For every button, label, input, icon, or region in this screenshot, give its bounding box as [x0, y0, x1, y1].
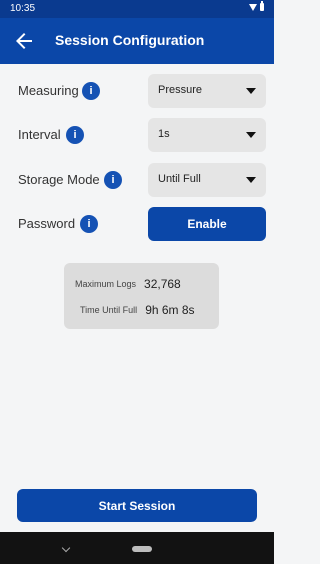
measuring-row: Measuring i Pressure: [18, 74, 266, 108]
measuring-value: Pressure: [158, 84, 203, 96]
summary-panel: Maximum Logs 32,768 Time Until Full 9h 6…: [64, 263, 219, 329]
password-label: Password: [18, 216, 76, 231]
max-logs-value: 32,768: [144, 277, 181, 291]
nav-collapse-icon[interactable]: [61, 543, 71, 553]
interval-value: 1s: [158, 128, 170, 140]
start-session-button[interactable]: Start Session: [17, 489, 257, 522]
storage-mode-label: Storage Mode: [18, 172, 100, 187]
status-bar: 10:35: [0, 0, 274, 18]
password-info-icon[interactable]: i: [80, 215, 98, 233]
status-time: 10:35: [10, 3, 36, 14]
storage-mode-select[interactable]: Until Full: [148, 163, 266, 197]
wifi-icon: [249, 3, 257, 11]
back-arrow-icon[interactable]: [12, 29, 36, 53]
password-row: Password i Enable: [18, 207, 266, 241]
time-until-full-row: Time Until Full 9h 6m 8s: [80, 301, 195, 319]
storage-mode-row: Storage Mode i Until Full: [18, 163, 266, 197]
app-bar: Session Configuration: [0, 18, 274, 64]
measuring-select[interactable]: Pressure: [148, 74, 266, 108]
battery-icon: [260, 1, 264, 11]
enable-password-button[interactable]: Enable: [148, 207, 266, 241]
interval-info-icon[interactable]: i: [66, 126, 84, 144]
system-nav-bar: [0, 532, 274, 564]
time-until-full-label: Time Until Full: [80, 305, 138, 315]
storage-mode-value: Until Full: [158, 173, 201, 185]
max-logs-label: Maximum Logs: [75, 279, 137, 289]
measuring-label: Measuring: [18, 83, 79, 98]
status-icons: [249, 1, 264, 11]
measuring-info-icon[interactable]: i: [82, 82, 100, 100]
max-logs-row: Maximum Logs 32,768: [75, 275, 181, 293]
storage-mode-info-icon[interactable]: i: [104, 171, 122, 189]
interval-label: Interval: [18, 127, 61, 142]
dropdown-arrow-icon: [246, 177, 256, 183]
interval-select[interactable]: 1s: [148, 118, 266, 152]
dropdown-arrow-icon: [246, 88, 256, 94]
nav-home-icon[interactable]: [132, 546, 152, 552]
time-until-full-value: 9h 6m 8s: [145, 303, 195, 317]
dropdown-arrow-icon: [246, 132, 256, 138]
interval-row: Interval i 1s: [18, 118, 266, 152]
page-title: Session Configuration: [55, 32, 205, 48]
